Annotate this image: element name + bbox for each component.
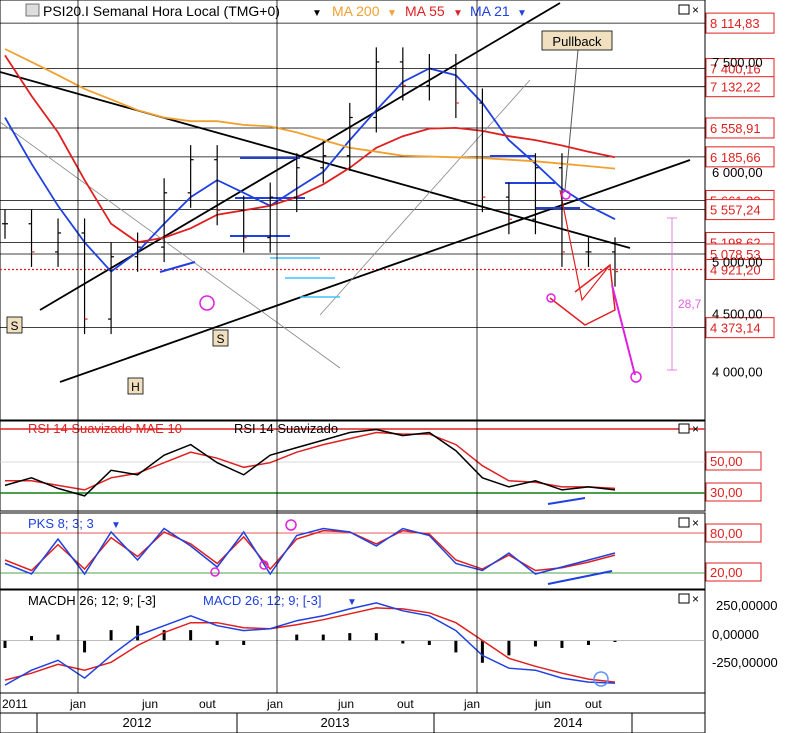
ma55-dropdown-icon[interactable]: ▼	[453, 8, 463, 19]
month-label-jun-2013: jun	[337, 697, 354, 711]
macd-tick-250: 250,00000	[716, 598, 777, 613]
pks-maximize-icon[interactable]	[678, 517, 690, 528]
macd-close-icon[interactable]: ×	[692, 592, 699, 606]
price-level-label-10: 4 373,14	[710, 321, 761, 336]
month-label-jun-2012: jun	[141, 697, 158, 711]
pks-dropdown-icon[interactable]: ▼	[111, 520, 121, 531]
price-tick-3: 4 500,00	[712, 307, 763, 322]
rsi-title: RSI 14 Suavizado MAE 10	[28, 421, 182, 436]
pks-tick-80: 80,00	[710, 526, 743, 541]
price-panel-maximize-icon[interactable]	[678, 4, 690, 15]
year-label-2012: 2012	[123, 715, 152, 730]
month-label-out-2014: out	[585, 697, 602, 711]
year-label-2014: 2014	[554, 715, 583, 730]
price-level-label-4: 6 185,66	[710, 150, 761, 165]
rsi-tick-50: 50,00	[710, 454, 743, 469]
ma200-dropdown-icon[interactable]: ▼	[387, 8, 397, 19]
rsi-maximize-icon[interactable]	[678, 423, 690, 434]
instrument-icon[interactable]	[25, 3, 40, 17]
ma55-label: MA 55	[405, 3, 445, 19]
price-axis: 8 114,837 400,167 132,226 558,916 185,66…	[705, 12, 775, 380]
macd-dropdown-icon[interactable]: ▼	[347, 597, 357, 608]
macd-tick-neg250: -250,00000	[712, 655, 778, 670]
price-tick-1: 6 000,00	[712, 165, 763, 180]
price-tick-0: 7 500,00	[712, 55, 763, 70]
rsi-tick-30: 30,00	[710, 485, 743, 500]
macd-title: MACDH 26; 12; 9; [-3]	[28, 593, 156, 608]
ma21-label: MA 21	[470, 3, 510, 19]
pattern-label-head: H	[131, 380, 140, 394]
title-dropdown-icon[interactable]: ▼	[312, 8, 322, 19]
price-level-label-0: 8 114,83	[710, 16, 760, 31]
macd-title-2: MACD 26; 12; 9; [-3]	[203, 593, 322, 608]
pullback-label: Pullback	[552, 34, 602, 49]
chart-canvas: S S H Pullback 28,7 PSI20.I Semanal Hora…	[0, 0, 778, 733]
price-tick-4: 4 000,00	[712, 365, 763, 380]
price-panel-close-icon[interactable]: ×	[692, 3, 699, 17]
price-level-label-2: 7 132,22	[710, 80, 761, 95]
month-label-jan-2014: jan	[463, 697, 480, 711]
month-label-jan-2012: jan	[69, 697, 86, 711]
pks-close-icon[interactable]: ×	[692, 516, 699, 530]
pks-panel-frame	[0, 512, 706, 590]
month-label-out-2012: out	[199, 697, 216, 711]
ma21-dropdown-icon[interactable]: ▼	[517, 8, 527, 19]
pattern-label-shoulder-right: S	[216, 332, 224, 346]
month-label-jan-2013: jan	[266, 697, 283, 711]
price-level-label-3: 6 558,91	[710, 121, 761, 136]
month-label-2011: 2011	[2, 697, 28, 711]
macd-maximize-icon[interactable]	[678, 593, 690, 604]
pks-tick-20: 20,00	[710, 565, 743, 580]
price-tick-2: 5 000,00	[712, 255, 763, 270]
chart-title: PSI20.I Semanal Hora Local (TMG+0)	[43, 3, 280, 19]
month-label-jun-2014: jun	[534, 697, 551, 711]
fib-label: 28,7	[678, 297, 702, 311]
year-label-2013: 2013	[321, 715, 350, 730]
rsi-close-icon[interactable]: ×	[692, 422, 699, 436]
pattern-label-shoulder-left: S	[10, 319, 18, 333]
rsi-title-2: RSI 14 Suavizado	[234, 421, 338, 436]
ma200-label: MA 200	[332, 3, 380, 19]
month-label-out-2013: out	[397, 697, 414, 711]
pks-title: PKS 8; 3; 3	[28, 516, 94, 531]
macd-tick-0: 0,00000	[712, 627, 759, 642]
price-level-label-6: 5 557,24	[710, 203, 761, 218]
